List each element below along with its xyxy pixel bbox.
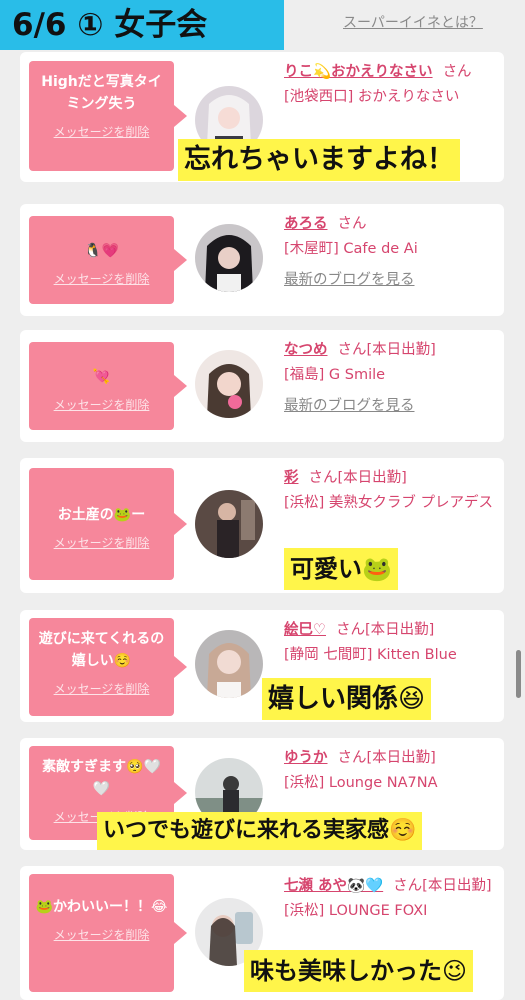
message-bubble: 遊びに来てくれるの嬉しい☺️ メッセージを削除 <box>29 618 187 716</box>
message-bubble: 🐧💗 メッセージを削除 <box>29 216 187 304</box>
super-like-help-link[interactable]: スーパーイイネとは？ <box>343 12 483 32</box>
message-text: 素敵すぎます🥺🤍🤍 <box>42 759 161 797</box>
honorific: さん <box>308 470 338 486</box>
honorific: さん <box>337 750 367 766</box>
attendance-status: [本日出勤] <box>365 622 435 638</box>
store-name: [静岡 七間町] Kitten Blue <box>284 647 457 663</box>
honorific: さん <box>336 622 365 638</box>
card-natsume: 💘 メッセージを削除 なつめ さん[本日出勤] [福島] G Smile 最新のブ… <box>20 330 504 442</box>
attendance-status: [本日出勤] <box>366 750 436 766</box>
delete-message-link[interactable]: メッセージを削除 <box>29 270 174 287</box>
card-aroru: 🐧💗 メッセージを削除 あろる さん [木屋町] Cafe de Ai 最新のブロ… <box>20 204 504 316</box>
cast-info: 七瀬 あや🐼🩵 さん[本日出勤] [浜松] LOUNGE FOXI <box>284 874 498 924</box>
cast-info: ゆうか さん[本日出勤] [浜松] Lounge NA7NA <box>284 746 498 796</box>
message-text: 💘 <box>92 369 111 385</box>
cast-info: 彩さん[本日出勤] [浜松] 美熟女クラブ プレアデス <box>284 466 498 516</box>
honorific: さん <box>337 342 367 358</box>
delete-message-link[interactable]: メッセージを削除 <box>29 680 174 697</box>
delete-message-link[interactable]: メッセージを削除 <box>29 396 174 413</box>
cast-info: りこ💫おかえりなさい さん [池袋西口] おかえりなさい <box>284 60 498 110</box>
overlay-caption: 嬉しい関係😆 <box>262 678 432 720</box>
store-name: [池袋西口] おかえりなさい <box>284 89 460 105</box>
message-text: 遊びに来てくれるの嬉しい☺️ <box>38 631 165 669</box>
cast-info: なつめ さん[本日出勤] [福島] G Smile 最新のブログを見る <box>284 338 498 419</box>
cast-name-link[interactable]: 絵巳♡ <box>284 622 326 638</box>
message-bubble: お土産の🐸ー メッセージを削除 <box>29 468 187 580</box>
honorific: さん <box>337 216 367 232</box>
scrollbar-thumb[interactable] <box>516 650 521 698</box>
store-name: [木屋町] Cafe de Ai <box>284 241 418 257</box>
message-text: 🐸かわいいー！！😂 <box>35 899 168 915</box>
attendance-status: [本日出勤] <box>422 878 492 894</box>
cast-info: 絵巳♡ さん[本日出勤] [静岡 七間町] Kitten Blue <box>284 618 498 668</box>
overlay-caption: 味も美味しかった😉 <box>244 950 474 992</box>
store-name: [浜松] 美熟女クラブ プレアデス <box>284 495 494 511</box>
avatar[interactable] <box>195 630 263 698</box>
message-text: Highだと写真タイミング失う <box>41 74 162 112</box>
avatar[interactable] <box>195 350 263 418</box>
avatar[interactable] <box>195 490 263 558</box>
delete-message-link[interactable]: メッセージを削除 <box>29 123 174 140</box>
store-name: [浜松] Lounge NA7NA <box>284 775 438 791</box>
card-aya: お土産の🐸ー メッセージを削除 彩さん[本日出勤] [浜松] 美熟女クラブ プレ… <box>20 458 504 593</box>
cast-name-link[interactable]: ゆうか <box>284 750 328 766</box>
attendance-status: [本日出勤] <box>366 342 436 358</box>
delete-message-link[interactable]: メッセージを削除 <box>29 926 174 943</box>
cast-name-link[interactable]: りこ💫おかえりなさい <box>284 64 433 80</box>
cast-name-link[interactable]: 七瀬 あや🐼🩵 <box>284 878 383 894</box>
overlay-caption: いつでも遊びに来れる実家感☺️ <box>97 812 423 850</box>
message-text: お土産の🐸ー <box>57 507 146 523</box>
cast-name-link[interactable]: なつめ <box>284 342 328 358</box>
message-text: 🐧💗 <box>84 243 119 259</box>
message-bubble: 🐸かわいいー！！😂 メッセージを削除 <box>29 874 187 992</box>
store-name: [福島] G Smile <box>284 367 386 383</box>
store-name: [浜松] LOUNGE FOXI <box>284 903 428 919</box>
avatar[interactable] <box>195 224 263 292</box>
latest-blog-link[interactable]: 最新のブログを見る <box>284 268 498 293</box>
message-bubble: Highだと写真タイミング失う メッセージを削除 <box>29 61 187 171</box>
page-title: 6/6 ① 女子会 <box>0 0 284 50</box>
cast-name-link[interactable]: あろる <box>284 216 328 232</box>
delete-message-link[interactable]: メッセージを削除 <box>29 534 174 551</box>
overlay-caption: 忘れちゃいますよね！ <box>178 139 460 181</box>
overlay-caption: 可愛い🐸 <box>284 548 398 590</box>
latest-blog-link[interactable]: 最新のブログを見る <box>284 394 498 419</box>
cast-name-link[interactable]: 彩 <box>284 470 299 486</box>
honorific: さん <box>393 878 423 894</box>
attendance-status: [本日出勤] <box>337 470 407 486</box>
message-bubble: 💘 メッセージを削除 <box>29 342 187 430</box>
honorific: さん <box>442 64 472 80</box>
cast-info: あろる さん [木屋町] Cafe de Ai 最新のブログを見る <box>284 212 498 293</box>
